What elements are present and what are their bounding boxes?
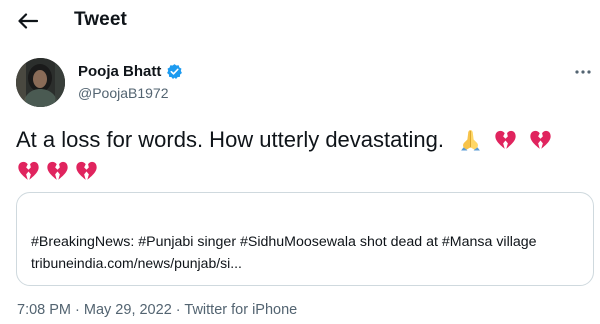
tweet-meta: 7:08 PM · May 29, 2022 · Twitter for iPh… bbox=[17, 302, 297, 318]
meta-separator: · bbox=[71, 302, 84, 318]
broken-heart-icon bbox=[530, 130, 551, 149]
top-bar: Tweet bbox=[0, 0, 600, 42]
author-row: Pooja Bhatt bbox=[78, 63, 183, 80]
author-name[interactable]: Pooja Bhatt bbox=[78, 63, 161, 80]
tweet-text: At a loss for words. How utterly devasta… bbox=[16, 124, 588, 186]
tweet-time[interactable]: 7:08 PM bbox=[17, 302, 71, 318]
broken-heart-icon bbox=[47, 161, 68, 180]
author-handle[interactable]: @PoojaB1972 bbox=[78, 85, 169, 101]
more-options-button[interactable] bbox=[572, 64, 594, 80]
meta-separator: · bbox=[171, 302, 185, 318]
broken-heart-icon bbox=[76, 161, 97, 180]
tweet-date[interactable]: May 29, 2022 bbox=[84, 302, 172, 318]
back-button[interactable] bbox=[14, 8, 42, 34]
broken-heart-icon bbox=[495, 130, 516, 149]
verified-badge-icon bbox=[167, 64, 183, 79]
page-title: Tweet bbox=[74, 9, 127, 30]
avatar[interactable] bbox=[16, 58, 65, 107]
card-url: tribuneindia.com/news/punjab/si... bbox=[31, 255, 242, 271]
more-horizontal-icon bbox=[575, 70, 591, 74]
folded-hands-icon bbox=[461, 130, 480, 151]
link-preview-card[interactable]: #BreakingNews: #Punjabi singer #SidhuMoo… bbox=[16, 192, 594, 286]
broken-heart-icon bbox=[18, 161, 39, 180]
tweet-body: At a loss for words. How utterly devasta… bbox=[16, 127, 444, 152]
tweet-source[interactable]: Twitter for iPhone bbox=[184, 302, 297, 318]
arrow-left-icon bbox=[18, 13, 38, 29]
avatar-image bbox=[16, 58, 65, 107]
card-headline: #BreakingNews: #Punjabi singer #SidhuMoo… bbox=[31, 234, 537, 250]
